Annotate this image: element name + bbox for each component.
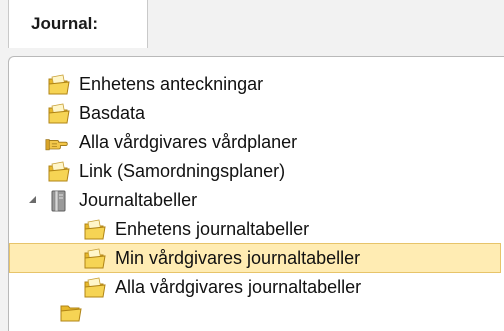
tree-item-label: Enhetens journaltabeller — [115, 219, 310, 239]
folder-icon — [48, 74, 70, 95]
journal-window: Journal: Enhetens anteckningar Basdata A… — [0, 0, 504, 331]
tree-item-enhetens-anteckningar[interactable]: Enhetens anteckningar — [9, 69, 504, 99]
folder-icon — [84, 277, 106, 298]
tree-item-journaltabeller[interactable]: Journaltabeller — [9, 185, 504, 215]
folder-icon — [84, 219, 106, 240]
tree-item-alla-vardgivares-journaltabeller[interactable]: Alla vårdgivares journaltabeller — [9, 272, 504, 302]
folder-icon — [48, 103, 70, 124]
tree-item-label: Alla vårdgivares journaltabeller — [115, 277, 362, 297]
expand-triangle-icon[interactable] — [27, 194, 37, 204]
tree-item-label: Min vårdgivares journaltabeller — [115, 248, 361, 268]
folder-icon — [84, 248, 106, 269]
journal-tree: Enhetens anteckningar Basdata Alla vårdg… — [8, 56, 504, 331]
tree-item-link-samordningsplaner[interactable]: Link (Samordningsplaner) — [9, 156, 504, 186]
tree-item-label: Alla vårdgivares vårdplaner — [79, 132, 298, 152]
book-icon — [51, 190, 66, 212]
folder-icon — [48, 161, 70, 182]
tree-item-basdata[interactable]: Basdata — [9, 98, 504, 128]
folder-icon — [60, 305, 82, 322]
tab-strip: Journal: — [0, 0, 504, 48]
tab-journal-label: Journal: — [31, 14, 99, 33]
tab-journal[interactable]: Journal: — [8, 0, 148, 48]
hand-pointer-icon — [45, 139, 68, 151]
tree-item-label: Basdata — [79, 103, 146, 123]
tree-item-enhetens-journaltabeller[interactable]: Enhetens journaltabeller — [9, 214, 504, 244]
tree-item-label: Journaltabeller — [79, 190, 198, 210]
tree-item-label: Enhetens anteckningar — [79, 74, 264, 94]
tree-item-label: Link (Samordningsplaner) — [79, 161, 286, 181]
tree-item-min-vardgivares-journaltabeller[interactable]: Min vårdgivares journaltabeller — [9, 243, 504, 273]
tree-item-alla-vardgivares-vardplaner[interactable]: Alla vårdgivares vårdplaner — [9, 127, 504, 157]
